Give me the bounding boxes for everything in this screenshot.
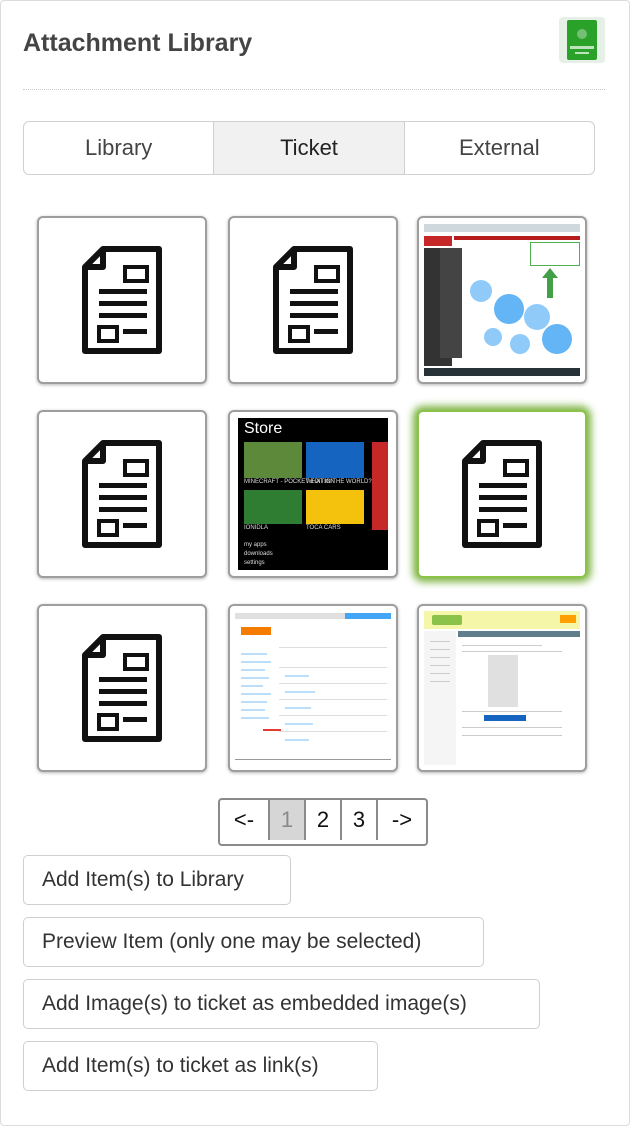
attachment-tile[interactable] [228,216,398,384]
store-caption: WHAT IN THE WORLD? [306,479,372,485]
source-tabs: Library Ticket External [23,121,595,175]
store-screenshot-thumbnail: Store MINECRAFT - POCKET EDITION WHAT IN… [238,418,388,570]
next-page-button[interactable]: -> [378,800,426,840]
add-embedded-images-button[interactable]: Add Image(s) to ticket as embedded image… [23,979,540,1029]
store-caption: IONIDLA [244,525,269,531]
document-icon [82,634,162,742]
attachment-tile[interactable] [417,604,587,772]
pagination: <- 1 2 3 -> [218,798,428,846]
magento-screenshot-thumbnail [235,613,391,763]
page-1-button[interactable]: 1 [270,800,306,840]
page-2-button[interactable]: 2 [306,800,342,840]
preview-item-button[interactable]: Preview Item (only one may be selected) [23,917,484,967]
store-title: Store [244,420,283,437]
browser-screenshot-thumbnail [424,224,580,376]
panel-title: Attachment Library [23,29,253,57]
zendesk-screenshot-thumbnail [424,611,580,765]
store-menu-item: settings [244,560,265,566]
add-to-library-button[interactable]: Add Item(s) to Library [23,855,291,905]
attachment-tile[interactable] [37,604,207,772]
attachment-tile[interactable] [417,216,587,384]
page-3-button[interactable]: 3 [342,800,378,840]
store-caption: TOCA CARS [306,525,341,531]
document-icon [82,440,162,548]
prev-page-button[interactable]: <- [220,800,270,840]
attachment-tile[interactable]: Store MINECRAFT - POCKET EDITION WHAT IN… [228,410,398,578]
store-menu-item: my apps [244,542,267,548]
attachment-tile-selected[interactable] [417,410,587,578]
attachment-tile[interactable] [37,216,207,384]
document-icon [462,440,542,548]
tab-ticket[interactable]: Ticket [214,122,405,174]
attachment-tile[interactable] [37,410,207,578]
document-icon [273,246,353,354]
attachment-tile[interactable] [228,604,398,772]
tab-library[interactable]: Library [24,122,215,174]
store-menu-item: downloads [244,551,273,557]
attachment-library-panel: Attachment Library Library Ticket Extern… [0,0,630,1126]
header-divider [23,89,605,90]
add-links-button[interactable]: Add Item(s) to ticket as link(s) [23,1041,378,1091]
tab-external[interactable]: External [405,122,594,174]
zendesk-app-icon [559,17,605,63]
document-icon [82,246,162,354]
